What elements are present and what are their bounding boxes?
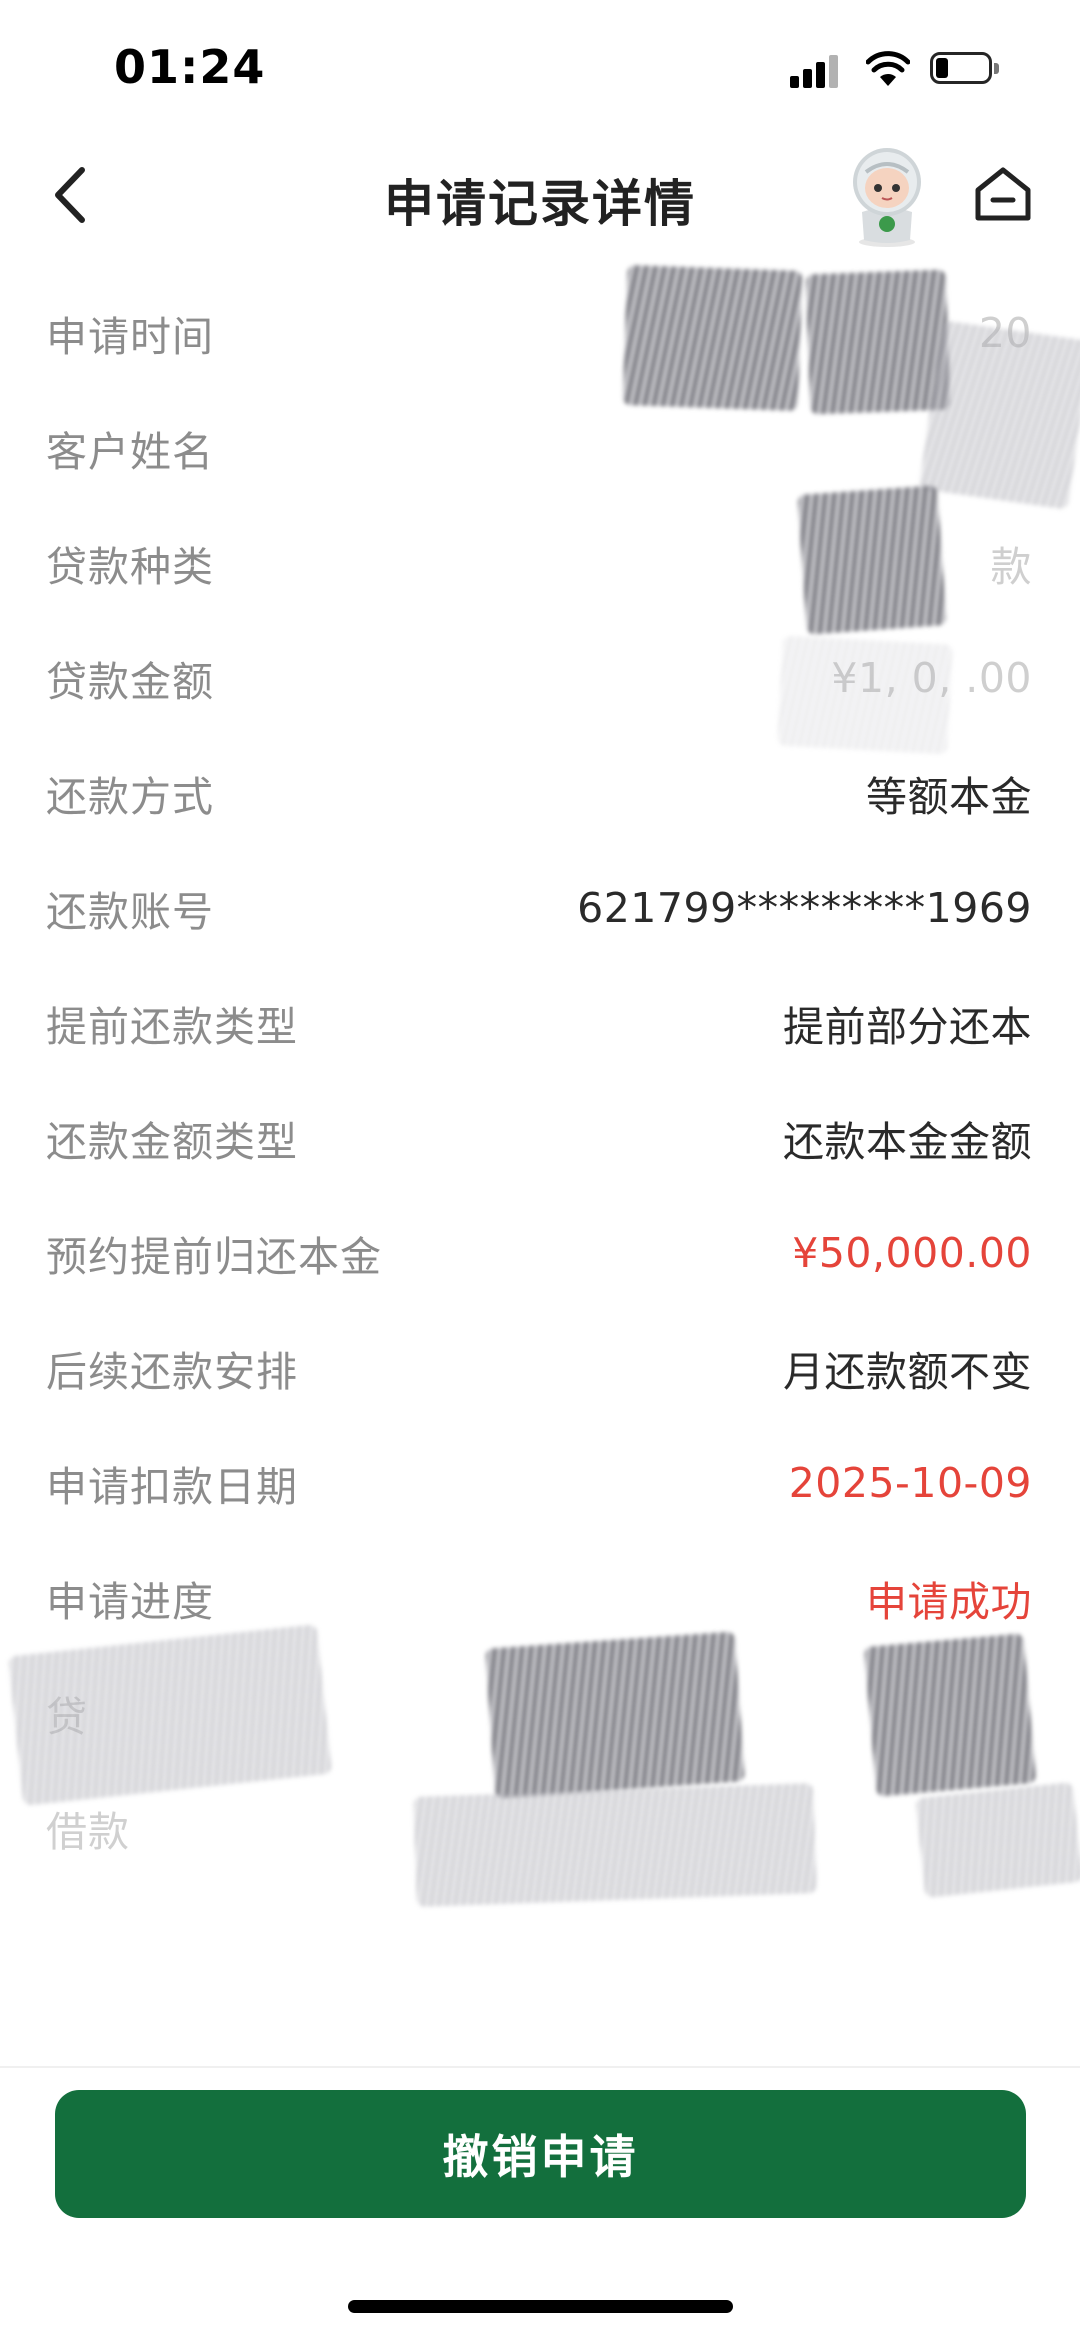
battery-icon: [930, 52, 1000, 86]
detail-value: 还款本金金额: [783, 1117, 1032, 1166]
assistant-button[interactable]: [832, 142, 942, 252]
detail-row-deduction-date: 申请扣款日期 2025-10-09: [0, 1425, 1080, 1540]
home-indicator[interactable]: [348, 2300, 733, 2313]
wifi-icon: [866, 51, 910, 86]
home-icon: [975, 167, 1031, 221]
detail-label: 提前还款类型: [46, 1002, 298, 1051]
detail-label: 预约提前归还本金: [46, 1232, 382, 1281]
detail-value: 621799*********1969: [577, 883, 1032, 932]
detail-row-repayment-account: 还款账号 621799*********1969: [0, 850, 1080, 965]
detail-value: 2025-10-09: [788, 1458, 1032, 1507]
detail-value: 申请成功: [866, 1577, 1032, 1626]
status-time: 01:24: [114, 40, 266, 94]
redaction-mark: [622, 264, 803, 412]
detail-row-application-progress: 申请进度 申请成功: [0, 1540, 1080, 1655]
detail-value: 款: [990, 542, 1032, 591]
detail-label: 客户姓名: [46, 427, 214, 476]
status-bar: 01:24: [0, 0, 1080, 130]
detail-label: 借款: [46, 1807, 130, 1856]
detail-label: 后续还款安排: [46, 1347, 298, 1396]
redaction-mark: [805, 269, 951, 415]
detail-label: 申请扣款日期: [46, 1462, 298, 1511]
detail-value: 等额本金: [866, 772, 1032, 821]
redaction-mark: [915, 1782, 1080, 1898]
detail-value: ¥50,000.00: [792, 1228, 1032, 1277]
detail-label: 还款方式: [46, 772, 214, 821]
redaction-mark: [485, 1631, 745, 1799]
detail-label: 贷款种类: [46, 542, 214, 591]
detail-label: 还款金额类型: [46, 1117, 298, 1166]
redaction-mark: [918, 320, 1080, 510]
detail-row-scheduled-principal: 预约提前归还本金 ¥50,000.00: [0, 1195, 1080, 1310]
home-button[interactable]: [968, 158, 1038, 228]
footer-divider: [0, 2066, 1080, 2068]
detail-label: 申请进度: [46, 1577, 214, 1626]
redaction-mark: [777, 635, 953, 755]
redaction-mark: [413, 1783, 817, 1907]
detail-value: 月还款额不变: [783, 1347, 1032, 1396]
navigation-bar: 申请记录详情: [0, 130, 1080, 260]
robot-assistant-icon: [853, 148, 921, 247]
detail-label: 申请时间: [46, 312, 214, 361]
detail-label: 贷款金额: [46, 657, 214, 706]
redaction-mark: [797, 485, 947, 635]
detail-row-repayment-amount-type: 还款金额类型 还款本金金额: [0, 1080, 1080, 1195]
revoke-application-button[interactable]: 撤销申请: [55, 2090, 1026, 2218]
detail-value: 提前部分还本: [783, 1002, 1032, 1051]
detail-label: 还款账号: [46, 887, 214, 936]
detail-row-subsequent-arrangement: 后续还款安排 月还款额不变: [0, 1310, 1080, 1425]
redaction-mark: [863, 1633, 1037, 1797]
detail-row-prepayment-type: 提前还款类型 提前部分还本: [0, 965, 1080, 1080]
cellular-signal-icon: [790, 54, 842, 88]
